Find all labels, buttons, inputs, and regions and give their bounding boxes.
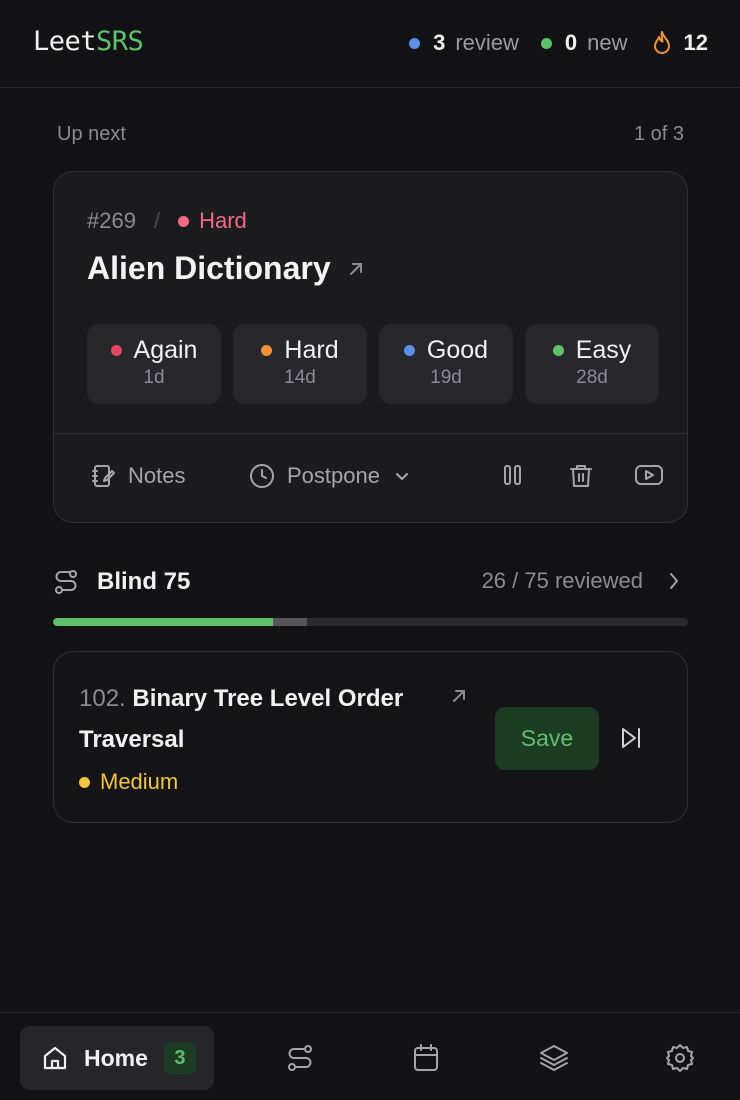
logo-srs: SRS bbox=[96, 26, 144, 57]
next-problem-name: Binary Tree Level Order Traversal bbox=[79, 685, 404, 753]
nav-settings-icon[interactable] bbox=[665, 1043, 695, 1073]
grade-again-button[interactable]: Again 1d bbox=[87, 324, 221, 404]
notebook-icon bbox=[92, 465, 115, 487]
nav-lists-icon[interactable] bbox=[286, 1043, 314, 1073]
difficulty-dot bbox=[178, 215, 190, 227]
review-count: 3 bbox=[433, 30, 446, 55]
chevron-down-icon bbox=[395, 473, 408, 480]
grade-easy-button[interactable]: Easy 28d bbox=[525, 324, 659, 404]
easy-dot bbox=[552, 345, 564, 356]
card-actions: Notes Postpone bbox=[90, 463, 663, 493]
home-icon bbox=[43, 1046, 67, 1070]
list-name: Blind 75 bbox=[97, 568, 191, 595]
pause-button[interactable] bbox=[502, 463, 536, 487]
new-count: 0 bbox=[564, 30, 578, 55]
nav-layers-icon[interactable] bbox=[539, 1043, 569, 1073]
chevron-right-icon bbox=[670, 573, 678, 589]
grade-interval: 14d bbox=[284, 367, 316, 388]
good-dot bbox=[403, 345, 415, 356]
list-progress-bar bbox=[53, 618, 688, 626]
grade-label: Hard bbox=[284, 336, 339, 364]
grade-good-button[interactable]: Good 19d bbox=[379, 324, 513, 404]
grade-interval: 28d bbox=[576, 367, 608, 388]
skip-forward-icon[interactable] bbox=[619, 726, 643, 750]
app-header: LeetSRS 3 review 0 new 12 bbox=[0, 0, 740, 88]
nav-calendar-icon[interactable] bbox=[412, 1043, 440, 1073]
youtube-icon bbox=[635, 465, 663, 485]
bottom-nav: Home 3 bbox=[0, 1012, 740, 1100]
list-reviewed: 26 / 75 reviewed bbox=[481, 568, 643, 593]
meta-separator: / bbox=[153, 208, 161, 233]
problem-meta: #269 / Hard bbox=[87, 208, 247, 234]
grade-interval: 1d bbox=[143, 367, 165, 388]
problem-title: Alien Dictionary bbox=[87, 250, 331, 286]
queue-position: 1 of 3 bbox=[633, 123, 684, 145]
progress-fill bbox=[53, 618, 274, 626]
nav-home[interactable]: Home 3 bbox=[20, 1026, 214, 1090]
grade-interval: 19d bbox=[430, 367, 462, 388]
review-label: review bbox=[455, 30, 519, 55]
up-next-label: Up next bbox=[57, 123, 126, 145]
medium-dot bbox=[79, 776, 90, 788]
next-problem-difficulty: Medium bbox=[79, 769, 178, 795]
new-dot bbox=[540, 37, 552, 49]
list-header[interactable]: Blind 75 26 / 75 reviewed bbox=[53, 566, 688, 600]
nav-home-badge: 3 bbox=[163, 1042, 196, 1074]
again-dot bbox=[110, 345, 122, 356]
card-divider bbox=[54, 433, 687, 434]
grade-label: Good bbox=[426, 336, 489, 364]
logo-leet: Leet bbox=[33, 26, 97, 57]
delete-button[interactable] bbox=[569, 463, 605, 489]
trash-icon bbox=[570, 465, 592, 487]
grade-label: Again bbox=[133, 336, 198, 364]
nav-home-label: Home bbox=[84, 1044, 148, 1071]
save-button[interactable]: Save bbox=[495, 707, 599, 770]
notes-button[interactable]: Notes bbox=[90, 463, 185, 489]
current-problem-card: #269 / Hard Alien Dictionary Again 1d Ha… bbox=[53, 171, 688, 523]
review-dot bbox=[409, 37, 421, 49]
streak-stat: 12 bbox=[652, 30, 708, 56]
problem-id: #269 bbox=[87, 208, 136, 233]
header-stats: 3 review 0 new 12 bbox=[387, 30, 708, 56]
new-stat: 0 new bbox=[540, 30, 628, 56]
external-link-icon[interactable] bbox=[451, 688, 467, 704]
grade-hard-button[interactable]: Hard 14d bbox=[233, 324, 367, 404]
streak-count: 12 bbox=[683, 30, 708, 55]
progress-pending bbox=[273, 618, 307, 626]
app-logo: LeetSRS bbox=[33, 26, 144, 57]
problem-title-link[interactable]: Alien Dictionary bbox=[87, 250, 365, 287]
pause-icon bbox=[504, 465, 521, 485]
next-problem-number: 102. bbox=[79, 685, 126, 712]
next-problem-card: 102. Binary Tree Level Order Traversal M… bbox=[53, 651, 688, 823]
route-icon bbox=[55, 570, 77, 594]
notes-label: Notes bbox=[128, 463, 186, 488]
external-link-icon[interactable] bbox=[347, 260, 365, 278]
difficulty-label: Hard bbox=[199, 208, 247, 233]
clock-icon bbox=[250, 464, 274, 488]
difficulty-label: Medium bbox=[100, 769, 179, 794]
next-problem-title[interactable]: 102. Binary Tree Level Order Traversal bbox=[79, 678, 479, 760]
flame-icon bbox=[653, 31, 670, 54]
video-button[interactable] bbox=[634, 463, 676, 487]
grade-buttons: Again 1d Hard 14d Good 19d Easy 28d bbox=[87, 324, 659, 404]
new-label: new bbox=[587, 30, 628, 55]
hard-dot bbox=[261, 345, 273, 356]
grade-label: Easy bbox=[575, 336, 632, 364]
review-stat: 3 review bbox=[409, 30, 519, 56]
postpone-label: Postpone bbox=[287, 463, 380, 488]
postpone-dropdown[interactable]: Postpone bbox=[249, 463, 410, 489]
